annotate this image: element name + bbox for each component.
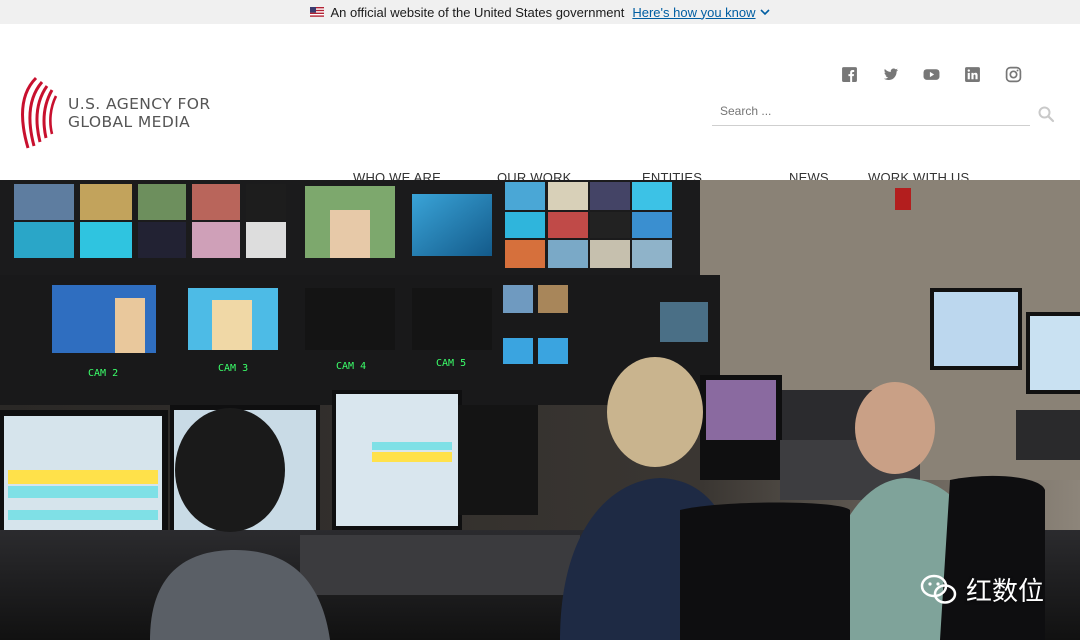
logo-mark-icon — [21, 76, 58, 149]
top-monitor-bank — [0, 180, 700, 275]
logo-line1: U.S. AGENCY FOR — [68, 95, 211, 113]
search-field — [712, 100, 1030, 126]
social-links — [841, 66, 1022, 83]
watermark: 红数位 — [920, 571, 1044, 608]
search-input[interactable] — [712, 100, 1028, 122]
cam-2-label: CAM 2 — [88, 368, 118, 379]
chevron-down-icon — [759, 9, 770, 16]
instagram-icon[interactable] — [1005, 66, 1022, 83]
heres-how-you-know-link[interactable]: Here's how you know — [632, 4, 770, 20]
facebook-icon[interactable] — [841, 66, 858, 83]
middle-monitor-bank: CAM 2 CAM 3 CAM 4 CAM 5 — [0, 275, 720, 405]
twitter-icon[interactable] — [882, 66, 899, 83]
search-icon[interactable] — [1037, 105, 1055, 123]
logo-line2: GLOBAL MEDIA — [68, 113, 191, 131]
cam-3-label: CAM 3 — [218, 363, 248, 374]
cam-5-label: CAM 5 — [436, 358, 466, 369]
heres-how-you-know-label: Here's how you know — [632, 4, 756, 20]
wechat-icon — [920, 574, 957, 604]
youtube-icon[interactable] — [923, 66, 940, 83]
control-room-illustration: CAM 2 CAM 3 CAM 4 CAM 5 — [0, 180, 1080, 640]
gov-banner: An official website of the United States… — [0, 0, 1080, 24]
linkedin-icon[interactable] — [964, 66, 981, 83]
watermark-text: 红数位 — [965, 577, 1044, 607]
us-flag-icon — [310, 7, 325, 17]
usagm-logo[interactable]: U.S. AGENCY FOR GLOBAL MEDIA — [16, 74, 211, 152]
site-header: U.S. AGENCY FOR GLOBAL MEDIA Search ... … — [0, 24, 1080, 185]
logo-text: U.S. AGENCY FOR GLOBAL MEDIA — [68, 95, 211, 131]
cam-4-label: CAM 4 — [336, 361, 366, 372]
hero-image: CAM 2 CAM 3 CAM 4 CAM 5 红数位 — [0, 180, 1080, 640]
gov-banner-text: An official website of the United States… — [330, 4, 625, 20]
